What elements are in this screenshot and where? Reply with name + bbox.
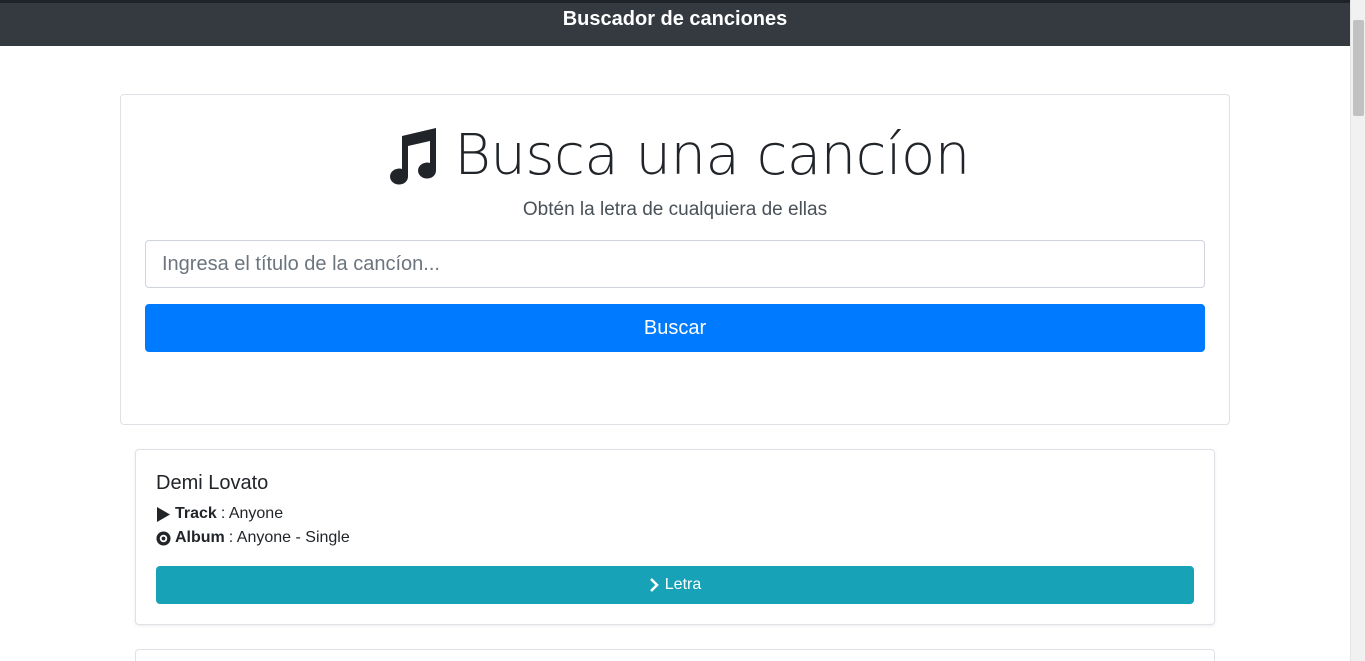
page: Buscador de canciones Busca una cancíon … — [0, 0, 1365, 661]
result-card — [135, 649, 1215, 661]
page-subtitle: Obtén la letra de cualquiera de ellas — [522, 199, 828, 220]
compact-disc-icon — [156, 530, 171, 546]
track-label: Track — [175, 505, 217, 522]
chevron-right-icon — [649, 578, 659, 592]
search-heading: Busca una cancíon — [121, 121, 1229, 191]
scrollbar-thumb[interactable] — [1353, 20, 1364, 116]
artist-name: Demi Lovato — [156, 472, 269, 494]
track-row: Track: Anyone — [156, 505, 283, 523]
song-title-input[interactable] — [145, 240, 1205, 288]
navbar-title: Buscador de canciones — [562, 8, 788, 30]
vertical-scrollbar[interactable] — [1350, 0, 1365, 661]
track-value: : Anyone — [220, 505, 284, 522]
search-button[interactable]: Buscar — [145, 304, 1205, 352]
play-icon — [156, 506, 171, 522]
album-value: : Anyone - Single — [228, 529, 350, 546]
search-card: Busca una cancíon Obtén la letra de cual… — [120, 94, 1230, 425]
album-label: Album — [175, 529, 225, 546]
top-navbar: Buscador de canciones — [0, 0, 1350, 46]
lyrics-button[interactable]: Letra — [156, 566, 1194, 604]
music-note-icon — [380, 126, 440, 186]
result-card: Demi Lovato Track: Anyone Album: Anyone … — [135, 449, 1215, 625]
album-row: Album: Anyone - Single — [156, 529, 350, 547]
page-title: Busca una cancíon — [454, 123, 970, 188]
lyrics-button-label: Letra — [664, 576, 702, 593]
